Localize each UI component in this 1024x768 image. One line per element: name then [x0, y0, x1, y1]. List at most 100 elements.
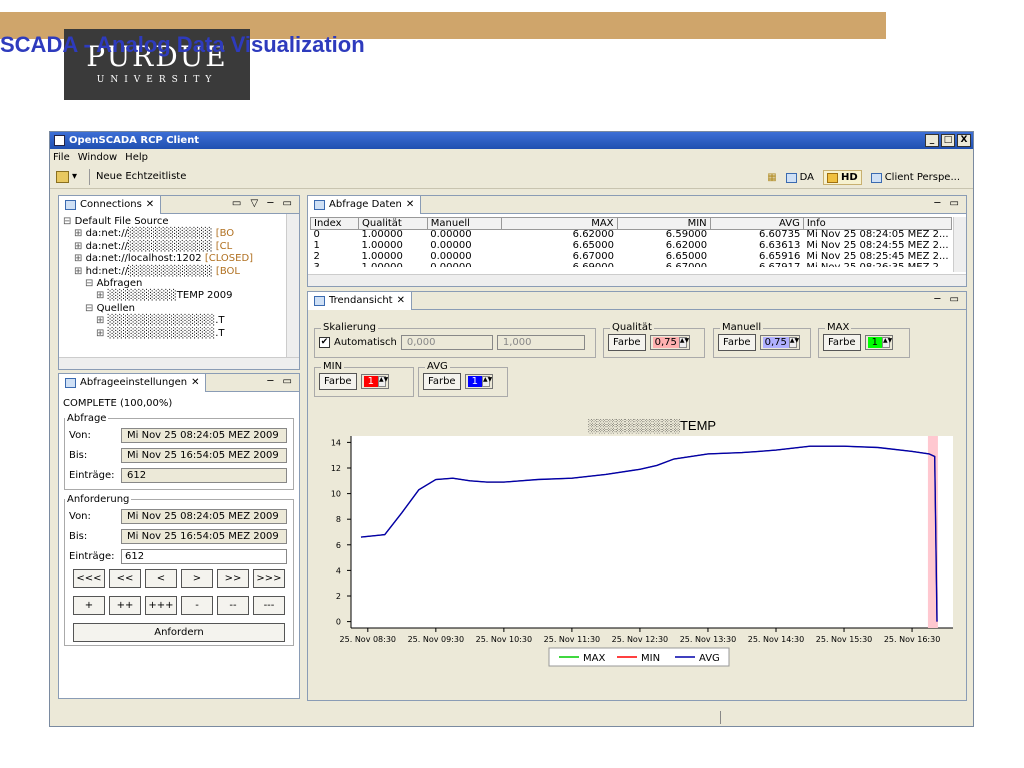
request-to-field[interactable]: Mi Nov 25 16:54:05 MEZ 2009: [121, 528, 287, 544]
min-color-button[interactable]: Farbe: [319, 373, 357, 390]
tree-node-icon: ⊞: [74, 240, 86, 252]
view-icon: [65, 199, 76, 210]
tree-item[interactable]: ⊟ Default File Source: [63, 216, 299, 228]
request-entries-input[interactable]: 612: [121, 548, 287, 564]
spinner-icon[interactable]: ▲▼: [788, 337, 799, 348]
column-header[interactable]: Index: [310, 217, 359, 230]
column-header[interactable]: Info: [802, 217, 952, 230]
status-bar: [50, 708, 973, 726]
column-header[interactable]: AVG: [709, 217, 804, 230]
view-controls[interactable]: ▭ ▽ ─ ▭: [232, 198, 295, 209]
request-from-field[interactable]: Mi Nov 25 08:24:05 MEZ 2009: [121, 508, 287, 524]
tree-item[interactable]: ⊞ da:net://░░░░░░░░░░░ [BO: [63, 228, 299, 240]
query-from-field: Mi Nov 25 08:24:05 MEZ 2009: [121, 427, 287, 443]
max-color-value[interactable]: 1 ▲▼: [864, 335, 893, 350]
menu-help[interactable]: Help: [125, 152, 148, 163]
tree-item[interactable]: ⊞ hd:net://░░░░░░░░░░░ [BOL: [63, 266, 299, 278]
x-tick-label: 25. Nov 13:30: [680, 635, 736, 644]
tree-item[interactable]: ⊞ da:net://localhost:1202 [CLOSED]: [63, 253, 299, 265]
request-button[interactable]: Anfordern: [73, 623, 285, 642]
view-controls[interactable]: ─ ▭: [934, 198, 962, 209]
max-color-button[interactable]: Farbe: [823, 334, 861, 351]
table-row[interactable]: 31.000000.000006.690006.670006.67917Mi N…: [311, 263, 952, 268]
table-row[interactable]: 1 1.00000 0.00000 6.65000 6.62000 6.63613 Mi N…: [311, 241, 952, 252]
tab-trend[interactable]: Trendansicht ✕: [308, 291, 412, 310]
manual-color-value[interactable]: 0,75 ▲▼: [759, 335, 800, 350]
tree-node-icon: ⊟: [85, 302, 97, 314]
query-data-view: Abfrage Daten ✕ ─ ▭ Index Qualität Manuell M…: [307, 195, 967, 287]
nav-button[interactable]: >>: [217, 569, 249, 588]
tree-node-icon: ⊞: [74, 253, 86, 265]
maximize-button[interactable]: □: [941, 134, 955, 147]
tab-query-data[interactable]: Abfrage Daten ✕: [308, 195, 422, 214]
menu-window[interactable]: Window: [78, 152, 117, 163]
nav-button[interactable]: >: [181, 569, 213, 588]
zoom-button[interactable]: --: [217, 596, 249, 615]
min-color-value[interactable]: 1 ▲▼: [360, 374, 389, 389]
table-row[interactable]: 0 1.00000 0.00000 6.62000 6.59000 6.60735 Mi N…: [311, 230, 952, 241]
nav-button[interactable]: <<<: [73, 569, 105, 588]
spinner-icon[interactable]: ▲▼: [881, 337, 892, 348]
scale-min-input[interactable]: 0,000: [400, 335, 493, 350]
close-button[interactable]: X: [957, 134, 971, 147]
manual-color-button[interactable]: Farbe: [718, 334, 756, 351]
tree-item[interactable]: ⊞ ░░░░░░░░░TEMP 2009: [63, 290, 299, 302]
new-dropdown-button[interactable]: ▾: [56, 170, 77, 183]
x-tick-label: 25. Nov 12:30: [612, 635, 668, 644]
minimize-button[interactable]: _: [925, 134, 939, 147]
menu-bar: File Window Help: [50, 149, 973, 165]
view-controls[interactable]: ─ ▭: [267, 376, 295, 387]
perspective-client[interactable]: Client Perspe...: [868, 171, 963, 184]
column-header[interactable]: Qualität: [357, 217, 428, 230]
tree-item[interactable]: ⊟ Quellen: [63, 303, 299, 315]
spinner-icon[interactable]: ▲▼: [377, 376, 388, 387]
avg-color-value[interactable]: 1 ▲▼: [464, 374, 493, 389]
spinner-icon[interactable]: ▲▼: [481, 376, 492, 387]
vertical-scrollbar[interactable]: [953, 217, 966, 272]
tree-item[interactable]: ⊞ da:net://░░░░░░░░░░░ [CL: [63, 241, 299, 253]
min-color-group: MIN Farbe 1 ▲▼: [314, 361, 414, 397]
close-icon[interactable]: ✕: [406, 199, 414, 210]
vertical-scrollbar[interactable]: [286, 214, 299, 357]
perspective-da[interactable]: DA: [783, 171, 817, 184]
nav-button[interactable]: >>>: [253, 569, 285, 588]
column-header[interactable]: MAX: [500, 217, 618, 230]
zoom-button[interactable]: +++: [145, 596, 177, 615]
zoom-button[interactable]: +: [73, 596, 105, 615]
y-tick-label: 6: [336, 541, 341, 550]
column-header[interactable]: MIN: [616, 217, 711, 230]
tab-connections[interactable]: Connections ✕: [59, 195, 162, 214]
column-header[interactable]: Manuell: [426, 217, 502, 230]
quality-color-button[interactable]: Farbe: [608, 334, 646, 351]
horizontal-scrollbar[interactable]: [308, 274, 966, 286]
avg-color-button[interactable]: Farbe: [423, 373, 461, 390]
tree-item[interactable]: ⊞ ░░░░░░░░░░░░░░.T: [63, 328, 299, 340]
table-row[interactable]: 2 1.00000 0.00000 6.67000 6.65000 6.65916 Mi N…: [311, 252, 952, 263]
legend-label: AVG: [699, 653, 720, 664]
trend-chart[interactable]: ░░░░░░░░░░TEMP 0 2 4 6 8 10 12 14 25. Nov 08:30 25…: [311, 406, 963, 686]
auto-scale-checkbox[interactable]: ✔: [319, 337, 330, 348]
nav-button[interactable]: <<: [109, 569, 141, 588]
open-perspective-icon[interactable]: ▦: [767, 172, 776, 183]
spinner-icon[interactable]: ▲▼: [678, 337, 689, 348]
nav-button[interactable]: <: [145, 569, 177, 588]
zoom-button[interactable]: -: [181, 596, 213, 615]
tree-item[interactable]: ⊞ ░░░░░░░░░░░░░░.T: [63, 315, 299, 327]
quality-color-value[interactable]: 0,75 ▲▼: [649, 335, 690, 350]
view-controls[interactable]: ─ ▭: [934, 294, 962, 305]
perspective-hd[interactable]: HD: [823, 170, 862, 185]
close-icon[interactable]: ✕: [397, 295, 405, 306]
app-icon: [54, 135, 65, 146]
close-icon[interactable]: ✕: [191, 377, 199, 388]
horizontal-scrollbar[interactable]: [59, 357, 299, 369]
tree-item[interactable]: ⊟ Abfragen: [63, 278, 299, 290]
new-realtime-list-button[interactable]: Neue Echtzeitliste: [96, 171, 186, 182]
zoom-button[interactable]: ++: [109, 596, 141, 615]
close-icon[interactable]: ✕: [146, 199, 154, 210]
menu-file[interactable]: File: [53, 152, 70, 163]
scale-max-input[interactable]: 1,000: [496, 335, 585, 350]
request-group: Anforderung Von: Mi Nov 25 08:24:05 MEZ 2…: [64, 494, 294, 646]
perspective-icon: [870, 172, 882, 183]
tab-query-settings[interactable]: Abfrageeinstellungen ✕: [59, 373, 207, 392]
zoom-button[interactable]: ---: [253, 596, 285, 615]
